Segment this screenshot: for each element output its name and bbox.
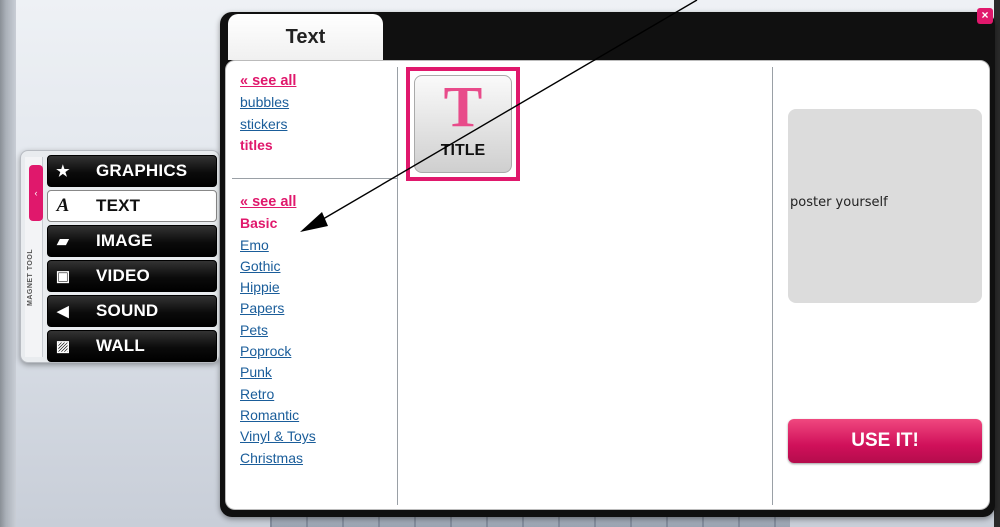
text-panel: × Text « see all bubbles stickers titles… [220,8,995,517]
collapse-button[interactable]: ‹ [29,165,43,221]
style-link-emo[interactable]: Emo [240,235,316,256]
see-all-categories-link[interactable]: « see all [240,71,296,92]
style-link-vinyl-toys[interactable]: Vinyl & Toys [240,426,316,447]
style-link-pets[interactable]: Pets [240,320,316,341]
column-divider [772,67,773,505]
style-link-retro[interactable]: Retro [240,384,316,405]
thumbnail-label: TITLE [440,142,486,159]
wall-icon: ▨ [55,338,71,355]
text-icon: A [56,195,70,216]
style-link-romantic[interactable]: Romantic [240,405,316,426]
style-current-basic[interactable]: Basic [240,213,316,234]
window-frame [0,0,16,527]
tool-video[interactable]: ▣ VIDEO [47,260,217,292]
star-icon: ★ [56,163,70,180]
tool-label: GRAPHICS [96,161,188,180]
film-icon: ▣ [55,268,71,285]
close-icon[interactable]: × [977,8,993,24]
row-divider [232,178,397,179]
style-list: « see all Basic Emo Gothic Hippie Papers… [240,192,316,469]
image-icon: ▰ [57,233,69,250]
style-link-gothic[interactable]: Gothic [240,256,316,277]
tool-label: IMAGE [96,231,153,250]
tool-label: TEXT [96,196,141,215]
tool-text[interactable]: A TEXT [47,190,217,222]
title-t-icon: T [443,74,483,139]
tool-label: VIDEO [96,266,150,285]
category-link-stickers[interactable]: stickers [240,114,296,135]
panel-body: « see all bubbles stickers titles « see … [225,60,990,510]
style-link-hippie[interactable]: Hippie [240,277,316,298]
title-thumbnail[interactable]: T TITLE [406,67,520,181]
speaker-icon: ◀ [57,303,69,320]
style-link-poprock[interactable]: Poprock [240,341,316,362]
column-divider [397,67,398,505]
category-current-titles[interactable]: titles [240,135,296,156]
magnet-tool-menu: ★ GRAPHICS A TEXT ▰ IMAGE ▣ VIDEO ◀ SOUN… [47,155,217,365]
magnet-tool-label: MAGNET TOOL [27,248,34,306]
preview-text: poster yourself [790,195,888,210]
tool-label: SOUND [96,301,159,320]
use-it-button[interactable]: USE IT! [788,419,982,463]
magnet-tool-strip: ‹ MAGNET TOOL [25,157,43,357]
tab-text[interactable]: Text [228,14,383,60]
category-link-bubbles[interactable]: bubbles [240,92,296,113]
magnet-tool: ‹ MAGNET TOOL ★ GRAPHICS A TEXT ▰ IMAGE … [20,150,220,363]
category-list: « see all bubbles stickers titles [240,71,296,156]
title-thumbnail-art: T TITLE [414,75,512,173]
preview-box: poster yourself [788,109,982,303]
see-all-styles-link[interactable]: « see all [240,192,316,213]
style-link-christmas[interactable]: Christmas [240,448,316,469]
tool-label: WALL [96,336,145,355]
tool-sound[interactable]: ◀ SOUND [47,295,217,327]
tool-graphics[interactable]: ★ GRAPHICS [47,155,217,187]
tool-wall[interactable]: ▨ WALL [47,330,217,362]
style-link-papers[interactable]: Papers [240,298,316,319]
style-link-punk[interactable]: Punk [240,362,316,383]
tool-image[interactable]: ▰ IMAGE [47,225,217,257]
